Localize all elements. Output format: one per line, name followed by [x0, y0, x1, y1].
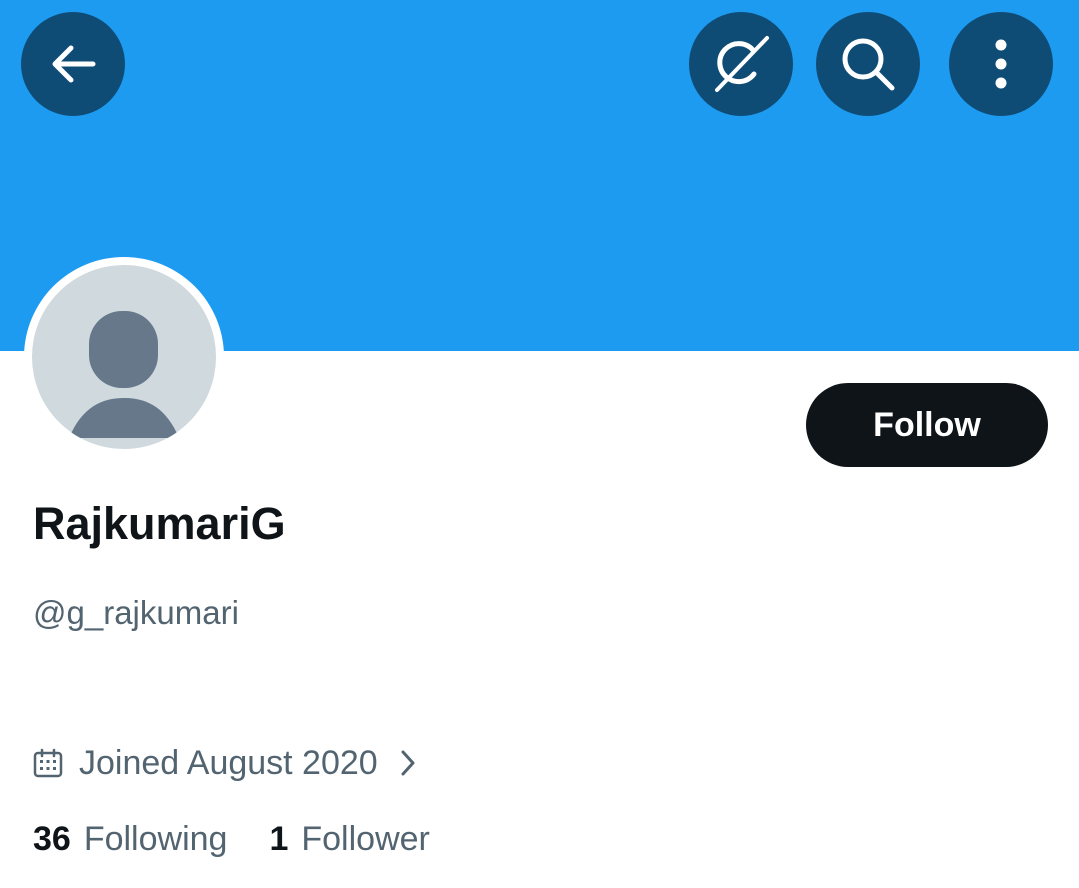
followers-stat[interactable]: 1 Follower: [269, 820, 429, 859]
default-avatar-image: [32, 265, 216, 449]
following-label: Following: [83, 819, 228, 858]
joined-date-text: Joined August 2020: [79, 743, 378, 782]
search-icon: [842, 38, 895, 91]
follow-button[interactable]: Follow: [806, 383, 1048, 467]
grok-button[interactable]: [689, 12, 793, 116]
more-vertical-icon: [995, 39, 1007, 89]
followers-label: Follower: [301, 819, 430, 858]
following-count: 36: [33, 819, 71, 858]
more-options-button[interactable]: [949, 12, 1053, 116]
search-button[interactable]: [816, 12, 920, 116]
chevron-right-icon: [398, 748, 418, 778]
arrow-left-icon: [52, 45, 96, 83]
person-silhouette-icon: [69, 311, 179, 438]
following-stat[interactable]: 36 Following: [33, 820, 227, 859]
grok-icon: [715, 36, 769, 92]
user-handle: @g_rajkumari: [33, 594, 239, 631]
joined-date-row[interactable]: Joined August 2020: [33, 740, 418, 786]
display-name: RajkumariG: [33, 498, 286, 549]
follow-stats: 36 Following 1 Follower: [33, 816, 430, 862]
back-button[interactable]: [21, 12, 125, 116]
calendar-icon: [33, 748, 63, 778]
followers-count: 1: [269, 819, 289, 858]
avatar[interactable]: [24, 257, 224, 457]
